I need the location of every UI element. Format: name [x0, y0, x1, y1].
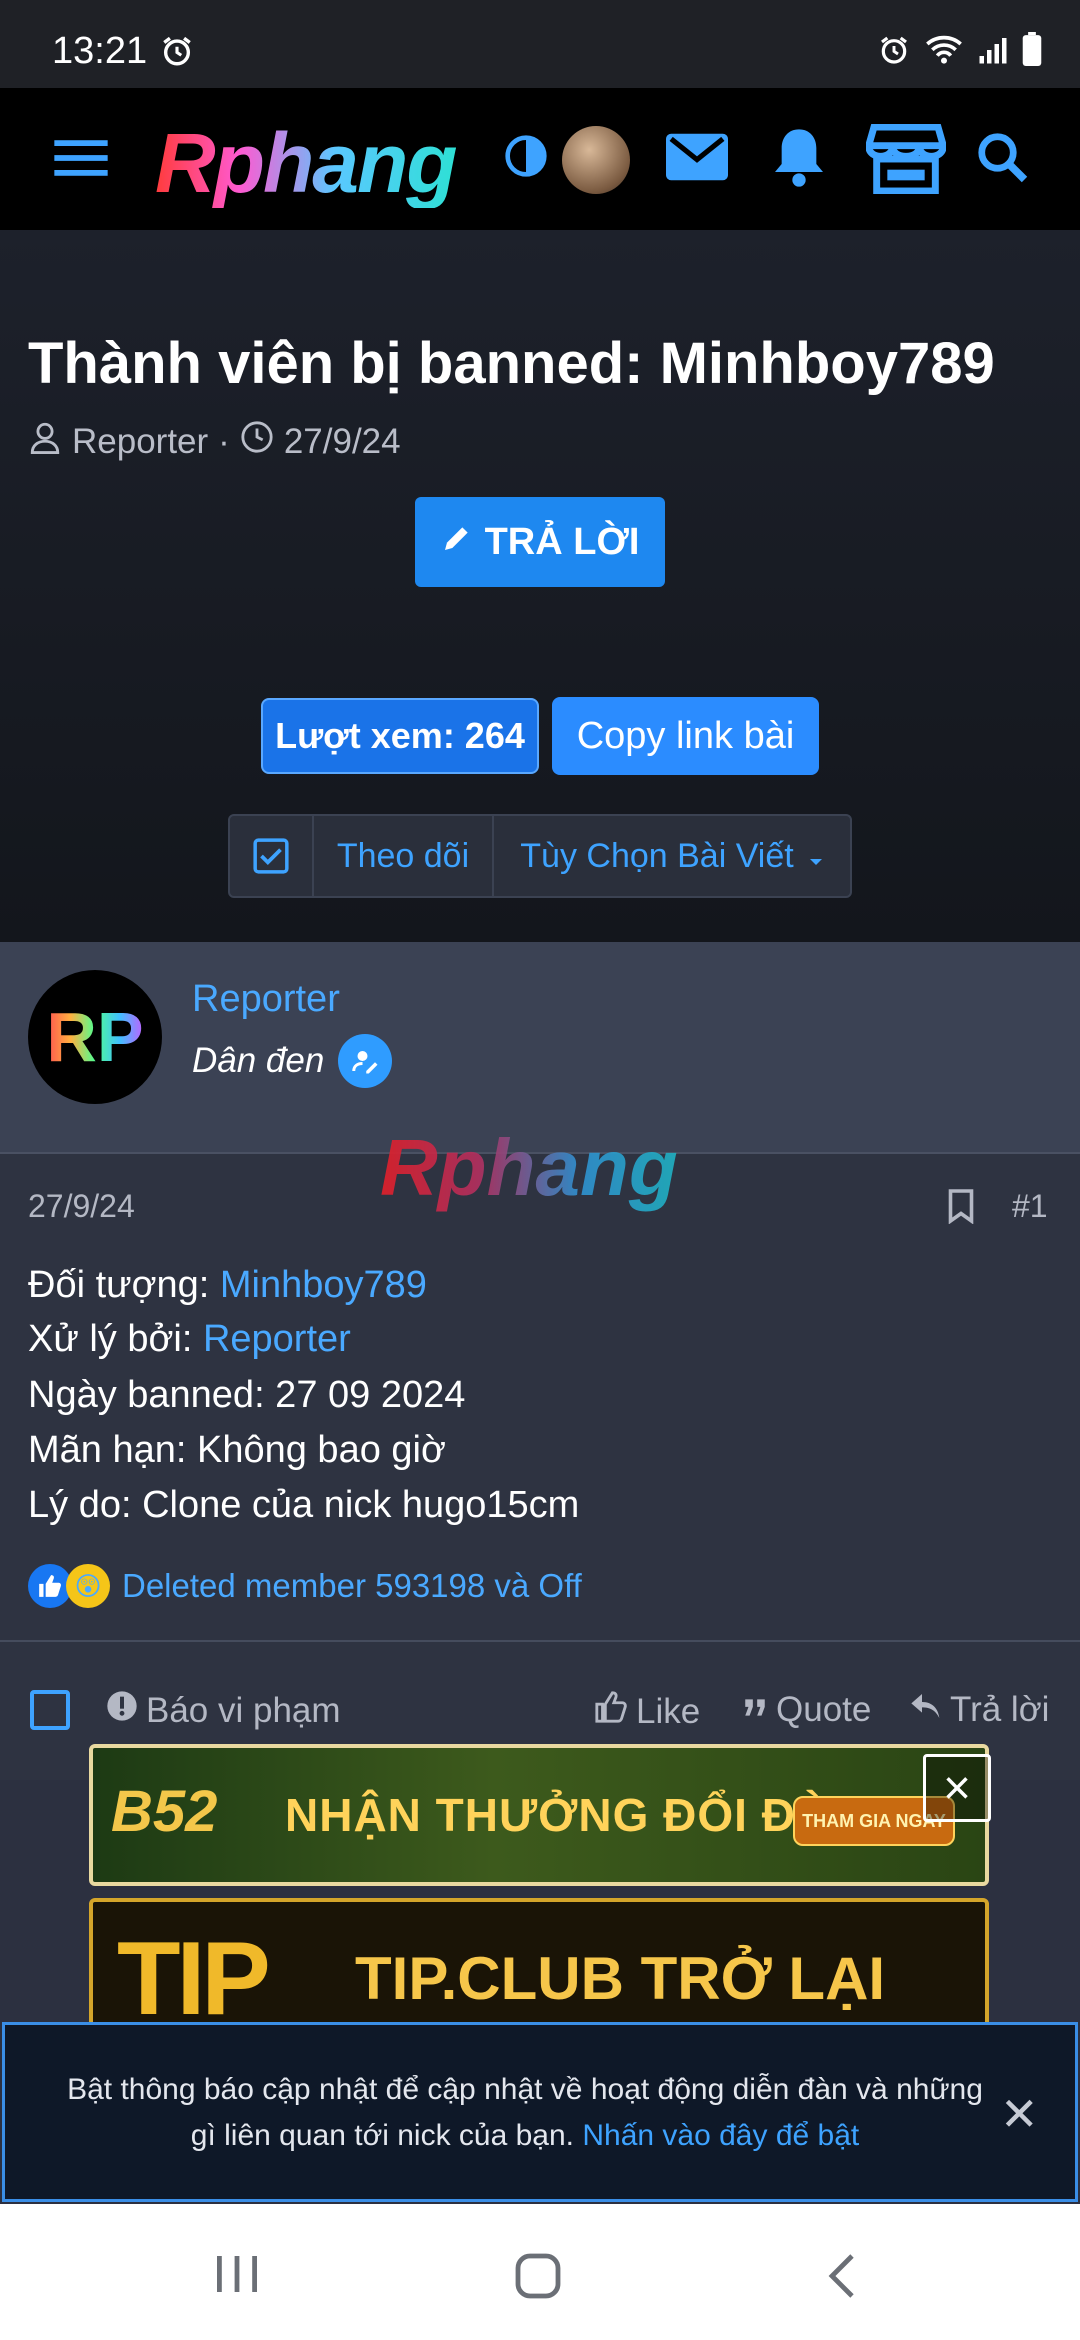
post-line-banned-date: Ngày banned: 27 09 2024 — [28, 1374, 466, 1416]
store-icon[interactable] — [866, 124, 946, 194]
alarm-icon — [878, 33, 910, 76]
handled-link[interactable]: Reporter — [203, 1318, 351, 1360]
reply-post-button[interactable]: Trả lời — [910, 1690, 1049, 1730]
close-icon[interactable]: ✕ — [1000, 2087, 1039, 2141]
push-notice-message: Bật thông báo cập nhật để cập nhật về ho… — [65, 2067, 985, 2159]
handled-label: Xử lý bởi: — [28, 1318, 203, 1360]
report-label: Báo vi phạm — [146, 1690, 341, 1730]
home-icon[interactable] — [514, 2252, 562, 2305]
search-icon[interactable] — [975, 130, 1029, 184]
thread-action-bar: Theo dõi Tùy Chọn Bài Viết — [228, 814, 852, 898]
reply-arrow-icon — [910, 1690, 942, 1730]
ad-close-icon[interactable]: × — [923, 1754, 991, 1822]
reactions-summary[interactable]: 😲 Deleted member 593198 và Off — [28, 1564, 582, 1608]
select-checkbox[interactable] — [230, 816, 314, 896]
bell-icon[interactable] — [772, 124, 826, 188]
wifi-icon — [924, 32, 964, 76]
reactions-text: Deleted member 593198 và Off — [122, 1567, 582, 1604]
post-select-checkbox[interactable] — [30, 1690, 70, 1730]
quote-label: Quote — [776, 1690, 872, 1729]
user-avatar[interactable] — [562, 126, 630, 194]
like-label: Like — [636, 1691, 701, 1731]
thread-date[interactable]: 27/9/24 — [284, 422, 401, 462]
wow-reaction-icon: 😲 — [66, 1564, 110, 1608]
target-link[interactable]: Minhboy789 — [220, 1264, 427, 1306]
reply-label: Trả lời — [950, 1690, 1050, 1729]
post-line-expiry: Mãn hạn: Không bao giờ — [28, 1429, 446, 1471]
post-date[interactable]: 27/9/24 — [28, 1188, 135, 1225]
watermark-logo: Rphang — [380, 1123, 678, 1212]
user-icon — [28, 420, 62, 463]
post-number[interactable]: #1 — [1012, 1188, 1048, 1225]
ad-text-tip: TIP.CLUB TRỞ LẠI — [355, 1945, 886, 2012]
user-badge-icon — [338, 1034, 393, 1088]
ad-banner-b52[interactable]: B52 NHẬN THƯỞNG ĐỔI ĐỜI THAM GIA NGAY × — [89, 1744, 991, 1886]
post-author-rank: Dân đen — [192, 1034, 393, 1088]
report-button[interactable]: Báo vi phạm — [106, 1690, 341, 1731]
thread-meta: Reporter · 27/9/24 — [28, 420, 401, 463]
caret-down-icon — [808, 837, 824, 876]
rank-label: Dân đen — [192, 1041, 325, 1080]
thread-options-label: Tùy Chọn Bài Viết — [520, 836, 794, 875]
ad-brand-tip: TIP — [117, 1921, 271, 2028]
thread-title: Thành viên bị banned: Minhboy789 — [28, 331, 995, 396]
clock-icon — [240, 420, 274, 463]
reply-button-label: TRẢ LỜI — [484, 520, 640, 563]
menu-icon[interactable] — [52, 138, 110, 178]
pencil-icon — [441, 521, 473, 564]
battery-icon — [1022, 32, 1042, 76]
site-logo[interactable]: Rphang — [155, 118, 458, 208]
target-label: Đối tượng: — [28, 1264, 220, 1306]
thread-options-dropdown[interactable]: Tùy Chọn Bài Viết — [494, 816, 850, 896]
copy-link-button[interactable]: Copy link bài — [552, 697, 819, 775]
theme-toggle-icon[interactable] — [504, 134, 548, 178]
signal-icon — [978, 33, 1008, 76]
post-author-avatar[interactable]: RP — [28, 970, 162, 1104]
avatar-initials: RP — [46, 998, 144, 1076]
post-line-handled: Xử lý bởi: Reporter — [28, 1318, 351, 1361]
meta-separator: · — [218, 421, 230, 461]
status-time: 13:21 — [52, 30, 148, 72]
quote-button[interactable]: Quote — [742, 1690, 871, 1730]
quote-icon — [742, 1690, 768, 1730]
follow-button[interactable]: Theo dõi — [314, 816, 494, 896]
status-bar: 13:21 — [0, 0, 1080, 88]
alert-icon — [106, 1690, 138, 1731]
recent-apps-icon[interactable] — [212, 2252, 262, 2301]
ad-brand-b52: B52 — [111, 1779, 218, 1844]
post-line-reason: Lý do: Clone của nick hugo15cm — [28, 1484, 580, 1526]
push-notice: Bật thông báo cập nhật để cập nhật về ho… — [2, 2022, 1078, 2202]
thread-author[interactable]: Reporter — [72, 422, 208, 462]
mail-icon[interactable] — [666, 132, 728, 182]
reply-button[interactable]: TRẢ LỜI — [415, 497, 665, 587]
ad-banner-tip[interactable]: TIP TIP.CLUB TRỞ LẠI — [89, 1898, 989, 2028]
bookmark-icon[interactable] — [946, 1188, 976, 1229]
ad-text-b52: NHẬN THƯỞNG ĐỔI ĐỜI — [285, 1789, 850, 1841]
alarm-icon — [160, 34, 194, 78]
thumbs-up-icon — [594, 1690, 628, 1733]
enable-notifications-link[interactable]: Nhấn vào đây để bật — [582, 2119, 859, 2152]
post-author-name[interactable]: Reporter — [192, 978, 340, 1021]
views-button[interactable]: Lượt xem: 264 — [261, 698, 539, 774]
back-icon[interactable] — [824, 2252, 860, 2305]
like-button[interactable]: Like — [594, 1690, 700, 1733]
system-nav-bar — [0, 2204, 1080, 2340]
post-line-target: Đối tượng: Minhboy789 — [28, 1264, 427, 1307]
